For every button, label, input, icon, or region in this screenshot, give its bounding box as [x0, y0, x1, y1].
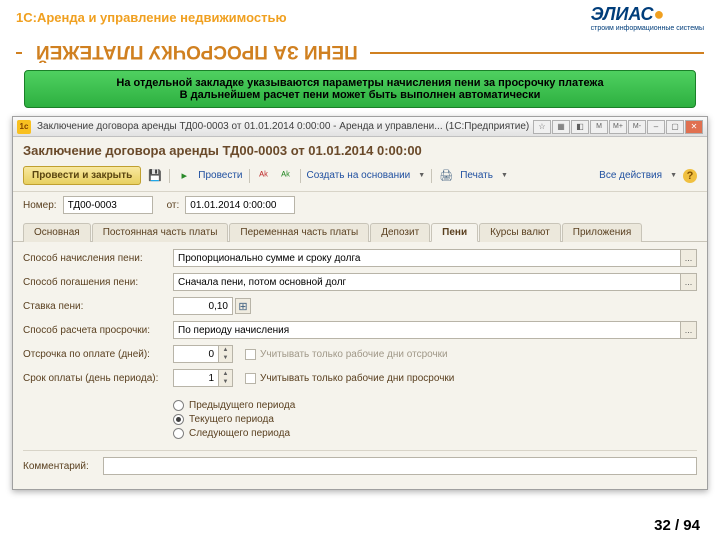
repay-picker-button[interactable]: ... — [680, 274, 696, 290]
term-input[interactable] — [173, 369, 219, 387]
company-logo: ЭЛИАС● строим информационные системы — [591, 4, 704, 32]
delay-spinner[interactable]: ▲▼ — [219, 345, 233, 363]
method-input[interactable] — [173, 249, 697, 267]
method-label: Способ начисления пени: — [23, 253, 173, 264]
term-spinner[interactable]: ▲▼ — [219, 369, 233, 387]
post-button[interactable]: Провести — [198, 170, 242, 181]
info-callout: На отдельной закладке указываются параме… — [24, 70, 696, 108]
document-title: Заключение договора аренды ТД00-0003 от … — [13, 137, 707, 162]
date-input[interactable] — [185, 196, 295, 214]
tabs: Основная Постоянная часть платы Переменн… — [13, 218, 707, 242]
app-window: 1с Заключение договора аренды ТД00-0003 … — [12, 116, 708, 490]
tab-attachments[interactable]: Приложения — [562, 223, 643, 242]
comment-input[interactable] — [103, 457, 697, 475]
term-workdays-check[interactable]: Учитывать только рабочие дни просрочки — [245, 373, 454, 384]
tab-fixed-payment[interactable]: Постоянная часть платы — [92, 223, 229, 242]
tb-btn-m1[interactable]: M — [590, 120, 608, 134]
rate-input[interactable] — [173, 297, 233, 315]
tab-main[interactable]: Основная — [23, 223, 91, 242]
calc-label: Способ расчета просрочки: — [23, 325, 173, 336]
create-based-button[interactable]: Создать на основании — [307, 170, 411, 181]
number-label: Номер: — [23, 200, 57, 211]
radio-current-period[interactable]: Текущего периода — [173, 414, 697, 425]
print-button[interactable]: Печать — [460, 170, 493, 181]
close-button[interactable]: ✕ — [685, 120, 703, 134]
tab-variable-payment[interactable]: Переменная часть платы — [229, 223, 369, 242]
date-label: от: — [167, 200, 180, 211]
window-title: Заключение договора аренды ТД00-0003 от … — [37, 121, 533, 132]
term-label: Срок оплаты (день периода): — [23, 373, 173, 384]
maximize-button[interactable]: ▢ — [666, 120, 684, 134]
tab-currency[interactable]: Курсы валют — [479, 223, 561, 242]
tb-btn-m2[interactable]: M+ — [609, 120, 627, 134]
toolbar: Провести и закрыть 💾 ▸ Провести ᴬᵏ ᴬᵏ Со… — [13, 162, 707, 192]
number-input[interactable] — [63, 196, 153, 214]
method-picker-button[interactable]: ... — [680, 250, 696, 266]
post-icon[interactable]: ▸ — [176, 168, 192, 184]
calc-icon[interactable]: ⊞ — [235, 298, 251, 314]
rate-label: Ставка пени: — [23, 301, 173, 312]
delay-input[interactable] — [173, 345, 219, 363]
window-titlebar: 1с Заключение договора аренды ТД00-0003 … — [13, 117, 707, 137]
minimize-button[interactable]: – — [647, 120, 665, 134]
tab-deposit[interactable]: Депозит — [370, 223, 430, 242]
repay-input[interactable] — [173, 273, 697, 291]
help-icon[interactable]: ? — [683, 169, 697, 183]
slide-title: ПЕНИ ЗА ПРОСРОЧКУ ПЛАТЕЖЕЙ — [20, 32, 374, 66]
tool-icon-1[interactable]: ᴬᵏ — [256, 168, 272, 184]
save-icon[interactable]: 💾 — [147, 168, 163, 184]
app-icon: 1с — [17, 120, 31, 134]
comment-label: Комментарий: — [23, 461, 103, 472]
page-counter: 32 / 94 — [654, 517, 700, 534]
radio-prev-period[interactable]: Предыдущего периода — [173, 400, 697, 411]
radio-next-period[interactable]: Следующего периода — [173, 428, 697, 439]
tb-btn-2[interactable]: ▦ — [552, 120, 570, 134]
tool-icon-2[interactable]: ᴬᵏ — [278, 168, 294, 184]
tb-btn-1[interactable]: ☆ — [533, 120, 551, 134]
tb-btn-3[interactable]: ◧ — [571, 120, 589, 134]
delay-label: Отсрочка по оплате (дней): — [23, 349, 173, 360]
tab-penalties[interactable]: Пени — [431, 223, 478, 242]
calc-input[interactable] — [173, 321, 697, 339]
tb-btn-m3[interactable]: M- — [628, 120, 646, 134]
post-and-close-button[interactable]: Провести и закрыть — [23, 166, 141, 185]
print-icon[interactable]: 🖨 — [438, 168, 454, 184]
delay-workdays-check[interactable]: Учитывать только рабочие дни отсрочки — [245, 349, 448, 360]
all-actions-button[interactable]: Все действия — [599, 170, 662, 181]
calc-picker-button[interactable]: ... — [680, 322, 696, 338]
product-name: 1С:Аренда и управление недвижимостью — [16, 4, 287, 25]
repay-label: Способ погашения пени: — [23, 277, 173, 288]
